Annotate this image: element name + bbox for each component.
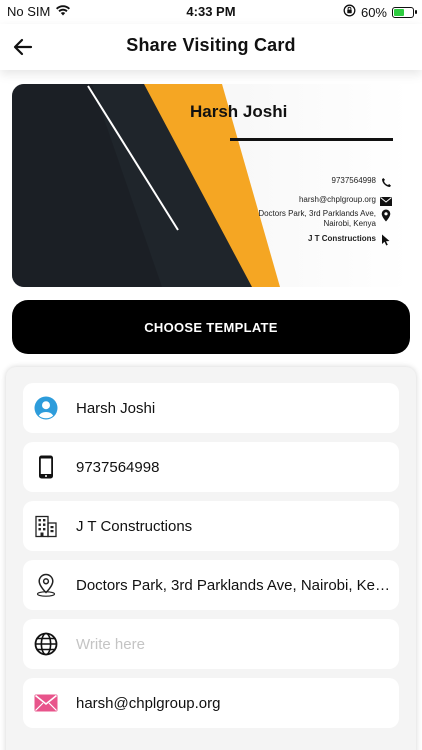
name-field[interactable]: Harsh Joshi [23,383,399,433]
location-pin-icon [380,209,392,221]
email-field[interactable]: harsh@chplgroup.org [23,678,399,728]
app-header: Share Visiting Card [0,24,422,70]
card-email-line: harsh@chplgroup.org [299,195,392,207]
phone-icon [380,176,392,188]
card-company-line: J T Constructions [308,234,392,246]
user-icon [34,396,58,420]
name-value: Harsh Joshi [76,399,156,417]
visiting-card-preview: Harsh Joshi 9737564998 harsh@chplgroup.o… [12,84,410,287]
company-field[interactable]: J T Constructions [23,501,399,551]
website-field[interactable]: Write here [23,619,399,669]
address-field[interactable]: Doctors Park, 3rd Parklands Ave, Nairobi… [23,560,399,610]
cursor-icon [380,234,392,246]
card-address-line2: Nairobi, Kenya [323,219,376,228]
battery-charging-icon [392,6,417,18]
card-phone-line: 9737564998 [332,176,393,188]
card-address: Doctors Park, 3rd Parklands Ave, Nairobi… [258,209,376,229]
location-pin-icon [34,573,58,597]
email-value: harsh@chplgroup.org [76,694,221,712]
battery-level [394,8,405,16]
phone-field[interactable]: 9737564998 [23,442,399,492]
card-company: J T Constructions [307,234,376,243]
company-value: J T Constructions [76,517,193,535]
choose-template-button[interactable]: CHOOSE TEMPLATE [12,300,410,354]
card-divider-accent [190,138,230,141]
globe-icon [34,632,58,656]
card-details-form: Harsh Joshi 9737564998 J T Constructions… [6,367,416,750]
card-address-line: Doctors Park, 3rd Parklands Ave, Nairobi… [258,209,392,229]
building-icon [34,514,58,538]
card-name: Harsh Joshi [190,102,288,121]
page-title: Share Visiting Card [126,35,296,55]
card-email: harsh@chplgroup.org [298,195,376,204]
address-value: Doctors Park, 3rd Parklands Ave, Nairobi… [76,576,394,594]
phone-value: 9737564998 [76,458,160,476]
orientation-lock-icon [343,4,356,20]
card-phone: 9737564998 [331,176,377,185]
status-bar: No SIM 4:33 PM 60% [0,0,422,24]
card-address-line1: Doctors Park, 3rd Parklands Ave, [258,209,376,218]
website-placeholder: Write here [76,635,145,653]
battery-percent: 60% [360,4,387,20]
envelope-icon [34,691,58,715]
mobile-phone-icon [34,455,58,479]
envelope-icon [380,195,392,207]
status-right: 60% [343,4,417,20]
